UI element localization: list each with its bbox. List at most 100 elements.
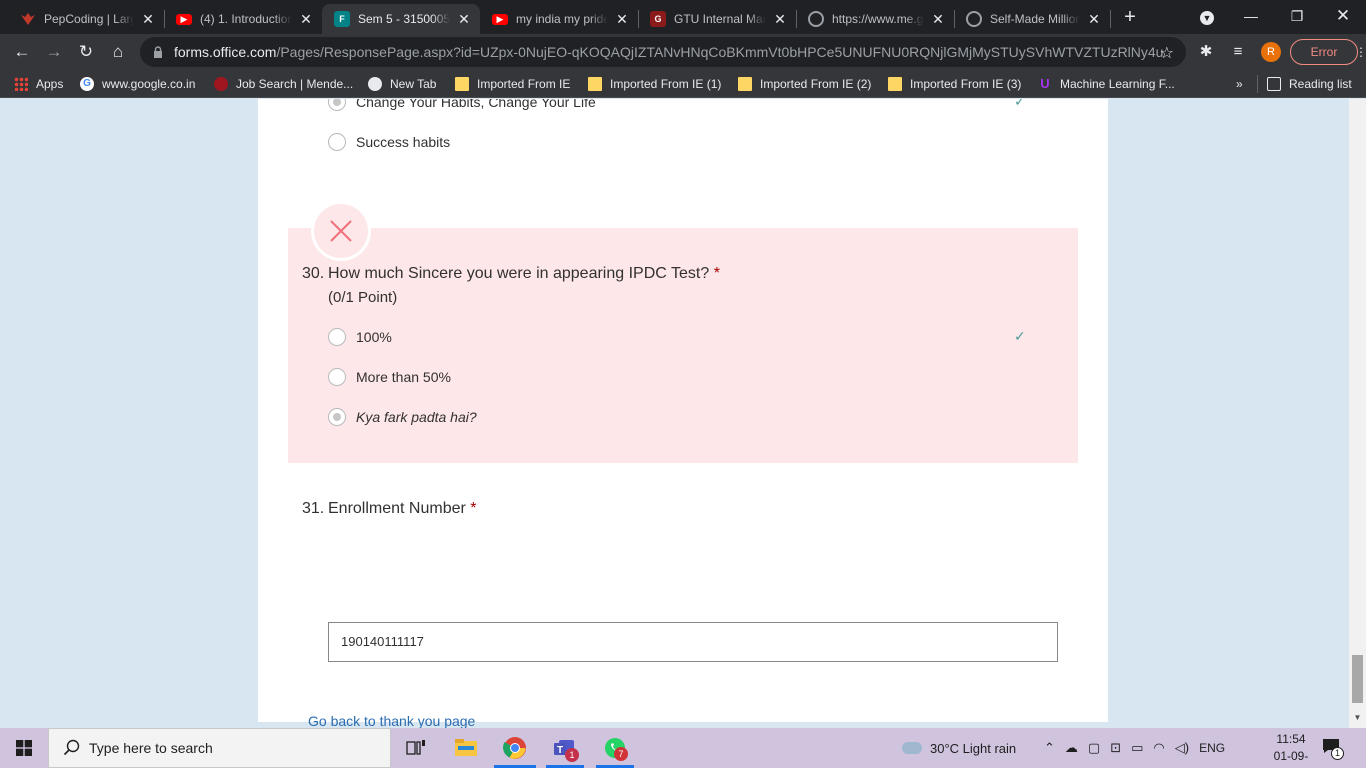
bookmark-new-tab[interactable]: New Tab: [368, 74, 436, 94]
back-button[interactable]: ←: [8, 38, 36, 66]
tab-title: https://www.me.g: [832, 12, 924, 26]
security-icon[interactable]: ⊡: [1110, 740, 1121, 756]
close-icon[interactable]: ✕: [930, 11, 946, 27]
tab-self-made[interactable]: Self-Made Million ✕: [954, 4, 1110, 34]
notification-center-button[interactable]: 1: [1322, 738, 1346, 760]
bookmark-label: Imported From IE: [477, 77, 571, 91]
tab-sem5-form[interactable]: F Sem 5 - 3150005 ✕: [322, 4, 480, 34]
meet-now-icon[interactable]: ▢: [1088, 740, 1100, 756]
option-100-percent[interactable]: 100%: [328, 328, 392, 346]
radio-button[interactable]: [328, 368, 346, 386]
bookmark-folder-ie-3[interactable]: Imported From IE (3): [888, 74, 1021, 94]
chrome-icon[interactable]: [503, 736, 527, 760]
address-bar[interactable]: forms.office.com/Pages/ResponsePage.aspx…: [140, 37, 1186, 67]
question-30-title: 30. How much Sincere you were in appearin…: [302, 265, 720, 283]
svg-text:T: T: [557, 745, 563, 756]
profile-avatar[interactable]: R: [1261, 42, 1281, 62]
bookmark-machine-learning[interactable]: U Machine Learning F...: [1038, 74, 1174, 94]
media-queue-icon[interactable]: ≡: [1228, 42, 1248, 62]
bookmark-folder-ie[interactable]: Imported From IE: [455, 74, 570, 94]
system-tray: ⌃ ☁ ▢ ⊡ ▭ ◠ ◁) ENG: [1044, 728, 1225, 768]
globe-icon: [966, 11, 982, 27]
tab-title: PepCoding | Large: [44, 12, 134, 26]
error-label: Error: [1310, 45, 1338, 59]
radio-button[interactable]: [328, 408, 346, 426]
extensions-puzzle-icon[interactable]: ✱: [1196, 42, 1216, 62]
bookmark-folder-ie-1[interactable]: Imported From IE (1): [588, 74, 721, 94]
radio-button[interactable]: [328, 133, 346, 151]
google-icon: G: [80, 77, 94, 91]
reload-button[interactable]: ↻: [72, 38, 100, 66]
page-scrollbar[interactable]: [1349, 99, 1366, 728]
bookmark-mendeley[interactable]: Job Search | Mende...: [214, 74, 353, 94]
scrollbar-thumb[interactable]: [1352, 655, 1363, 703]
task-view-icon[interactable]: [404, 736, 428, 760]
menu-dots-icon[interactable]: ⋮: [1355, 40, 1366, 64]
option-label: More than 50%: [356, 369, 451, 385]
bookmark-label: Imported From IE (2): [760, 77, 872, 91]
enrollment-number-field[interactable]: 190140111117: [328, 622, 1058, 662]
windows-taskbar: Type here to search T 1 7 30°C Light rai…: [0, 728, 1366, 768]
clock[interactable]: 11:54 01-09-2021: [1262, 731, 1320, 768]
weather-widget[interactable]: 30°C Light rain: [902, 728, 1016, 768]
radio-button[interactable]: [328, 99, 346, 111]
notification-count: 1: [1331, 747, 1344, 760]
option-more-than-50[interactable]: More than 50%: [328, 368, 451, 386]
whatsapp-icon[interactable]: 7: [603, 736, 628, 761]
volume-icon[interactable]: ◁): [1175, 740, 1189, 756]
question-text: How much Sincere you were in appearing I…: [328, 265, 710, 282]
minimize-button[interactable]: —: [1228, 0, 1274, 34]
teams-icon[interactable]: T 1: [553, 736, 579, 762]
battery-icon[interactable]: ▭: [1131, 740, 1143, 756]
tab-youtube-introduction[interactable]: ▶ (4) 1. Introduction ✕: [164, 4, 322, 34]
radio-button[interactable]: [328, 328, 346, 346]
search-placeholder: Type here to search: [89, 740, 213, 756]
bookmarks-overflow-button[interactable]: »: [1236, 74, 1243, 94]
required-mark: *: [713, 265, 720, 282]
close-icon[interactable]: ✕: [456, 11, 472, 27]
language-indicator[interactable]: ENG: [1199, 741, 1225, 755]
bookmark-label: New Tab: [390, 77, 437, 91]
error-button[interactable]: Error ⋮: [1290, 39, 1366, 65]
bookmark-google[interactable]: G www.google.co.in: [80, 74, 195, 94]
correct-check-icon: ✓: [1014, 328, 1026, 344]
bookmark-star-icon[interactable]: ☆: [1160, 43, 1174, 63]
tab-me-link[interactable]: https://www.me.g ✕: [796, 4, 954, 34]
close-icon[interactable]: ✕: [298, 11, 314, 27]
option-success-habits[interactable]: Success habits: [328, 133, 450, 151]
close-icon[interactable]: ✕: [1086, 11, 1102, 27]
close-icon[interactable]: ✕: [140, 11, 156, 27]
tab-youtube-india[interactable]: ▶ my india my pride ✕: [480, 4, 638, 34]
taskbar-search-box[interactable]: Type here to search: [48, 728, 391, 768]
close-icon[interactable]: ✕: [772, 11, 788, 27]
tab-gtu[interactable]: G GTU Internal Mark ✕: [638, 4, 796, 34]
required-mark: *: [470, 500, 477, 517]
onedrive-icon[interactable]: ☁: [1065, 740, 1078, 756]
start-button[interactable]: [0, 728, 48, 768]
bookmarks-bar: Apps G www.google.co.in Job Search | Men…: [0, 70, 1366, 98]
file-explorer-icon[interactable]: [454, 736, 478, 760]
chevron-down-icon: ▼: [1200, 11, 1214, 25]
tab-pepcoding[interactable]: PepCoding | Large ✕: [8, 4, 164, 34]
clock-time: 11:54: [1276, 732, 1306, 746]
page-viewport: Change Your Habits, Change Your Life ✓ S…: [0, 99, 1349, 728]
reading-list-button[interactable]: Reading list: [1267, 74, 1352, 94]
forward-button[interactable]: →: [40, 38, 68, 66]
bookmark-folder-ie-2[interactable]: Imported From IE (2): [738, 74, 871, 94]
back-to-thank-you-link[interactable]: Go back to thank you page: [308, 713, 475, 728]
close-icon[interactable]: ✕: [614, 11, 630, 27]
restore-button[interactable]: ❐: [1274, 0, 1320, 34]
option-change-your-habits[interactable]: Change Your Habits, Change Your Life: [328, 99, 596, 111]
bookmark-apps[interactable]: Apps: [14, 74, 63, 94]
close-window-button[interactable]: ✕: [1320, 0, 1366, 34]
url-path: /Pages/ResponsePage.aspx?id=UZpx-0NujEO-…: [276, 44, 1164, 60]
tab-search-button[interactable]: ▼: [1184, 0, 1230, 34]
new-tab-button[interactable]: +: [1118, 6, 1142, 30]
wifi-icon[interactable]: ◠: [1153, 740, 1164, 756]
scroll-down-arrow-icon[interactable]: ▼: [1352, 713, 1363, 723]
chevron-up-icon[interactable]: ⌃: [1044, 740, 1055, 756]
bookmark-label: www.google.co.in: [102, 77, 196, 91]
browser-toolbar: ← → ↻ ⌂ forms.office.com/Pages/ResponseP…: [0, 34, 1366, 70]
option-kya-fark-padta-hai[interactable]: Kya fark padta hai?: [328, 408, 477, 426]
home-button[interactable]: ⌂: [104, 38, 132, 66]
